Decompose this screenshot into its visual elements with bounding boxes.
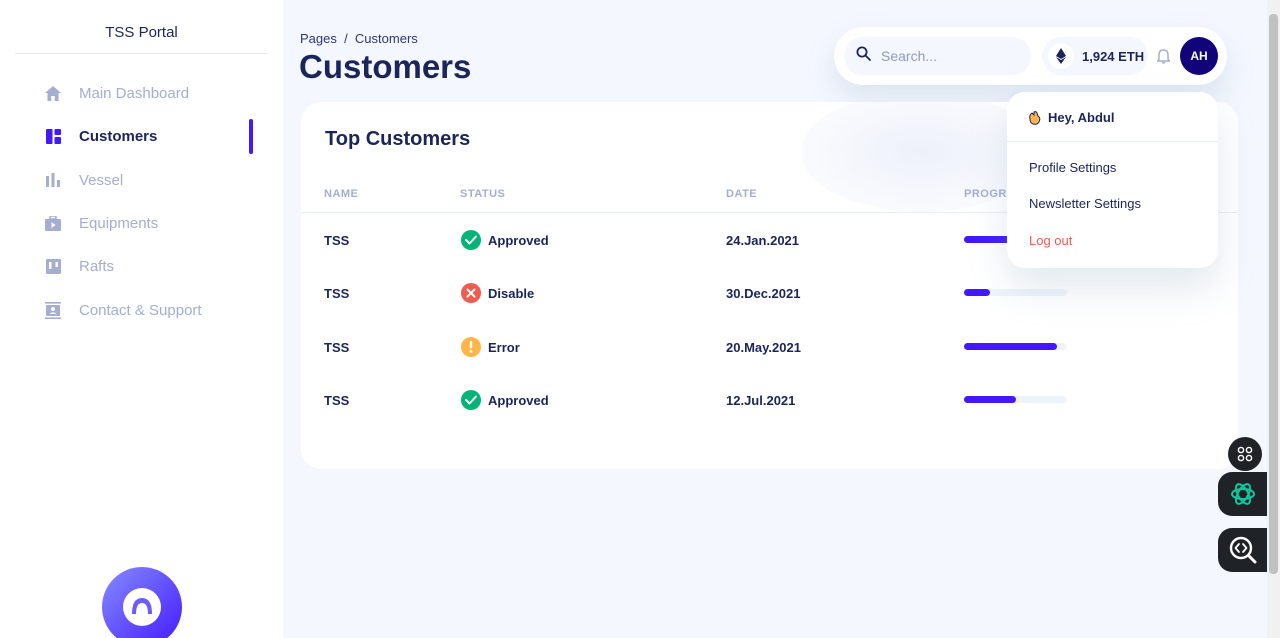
cell-date: 12.Jul.2021 bbox=[726, 392, 796, 408]
apps-button[interactable] bbox=[1228, 437, 1262, 471]
search-box[interactable] bbox=[844, 37, 1031, 75]
table-row[interactable]: TSS Disable 30.Dec.2021 bbox=[301, 266, 1238, 320]
eth-balance-value: 1,924 ETH bbox=[1082, 48, 1145, 64]
cell-date: 24.Jan.2021 bbox=[726, 232, 800, 248]
column-header-status[interactable]: STATUS bbox=[460, 188, 505, 200]
waving-hand-icon bbox=[1027, 110, 1042, 125]
scrollbar-thumb[interactable] bbox=[1269, 14, 1278, 574]
sidebar-item-label: Customers bbox=[79, 128, 158, 146]
table-row[interactable]: TSS Approved 12.Jul.2021 bbox=[301, 373, 1238, 427]
eth-balance[interactable]: 1,924 ETH bbox=[1042, 37, 1148, 75]
openai-icon bbox=[1228, 479, 1258, 509]
sidebar-item-label: Contact & Support bbox=[79, 301, 202, 319]
status-label: Approved bbox=[488, 232, 549, 248]
status-label: Approved bbox=[488, 392, 549, 408]
sidebar-item-label: Vessel bbox=[79, 171, 124, 189]
status-label: Error bbox=[488, 339, 520, 355]
sidebar-nav: Main Dashboard Customers Vessel Equipmen… bbox=[0, 72, 283, 332]
dropdown-greeting: Hey, Abdul bbox=[1027, 110, 1114, 125]
home-icon bbox=[44, 85, 62, 103]
dropdown-divider bbox=[1007, 141, 1218, 142]
sidebar-item-label: Equipments bbox=[79, 215, 159, 233]
ethereum-icon bbox=[1048, 43, 1074, 69]
cell-name: TSS bbox=[324, 339, 350, 355]
column-header-date[interactable]: DATE bbox=[726, 188, 757, 200]
sidebar-item-rafts[interactable]: Rafts bbox=[0, 245, 283, 288]
avatar[interactable]: AH bbox=[1180, 37, 1218, 75]
sidebar-item-label: Main Dashboard bbox=[79, 85, 190, 103]
x-circle-icon bbox=[461, 283, 481, 303]
progress-bar bbox=[964, 289, 1067, 296]
progress-fill bbox=[964, 396, 1016, 403]
progress-bar bbox=[964, 343, 1067, 350]
cell-name: TSS bbox=[324, 392, 350, 408]
profile-settings-link[interactable]: Profile Settings bbox=[1029, 160, 1116, 175]
active-indicator bbox=[249, 119, 253, 155]
cell-date: 20.May.2021 bbox=[726, 339, 801, 355]
ai-assistant-button[interactable] bbox=[1218, 472, 1267, 516]
sidebar-item-equipments[interactable]: Equipments bbox=[0, 202, 283, 245]
cell-status: Error bbox=[461, 320, 520, 374]
cell-status: Disable bbox=[461, 266, 534, 320]
search-input[interactable] bbox=[881, 48, 1011, 64]
warning-circle-icon bbox=[461, 337, 481, 357]
greeting-text: Hey, Abdul bbox=[1048, 110, 1115, 125]
column-header-name[interactable]: NAME bbox=[324, 188, 358, 200]
breadcrumb[interactable]: Pages / Customers bbox=[300, 31, 418, 46]
cell-status: Approved bbox=[461, 373, 549, 427]
brand-title: TSS Portal bbox=[15, 24, 268, 54]
top-toolbar: 1,924 ETH AH bbox=[834, 27, 1227, 85]
contact-card-icon bbox=[44, 301, 62, 319]
sidebar-item-contact-support[interactable]: Contact & Support bbox=[0, 288, 283, 331]
bar-chart-icon bbox=[44, 171, 62, 189]
card-title: Top Customers bbox=[325, 128, 471, 150]
sidebar-item-vessel[interactable]: Vessel bbox=[0, 159, 283, 202]
briefcase-play-icon bbox=[44, 215, 62, 233]
page-title: Customers bbox=[299, 48, 472, 85]
cell-name: TSS bbox=[324, 232, 350, 248]
page-scrollbar[interactable] bbox=[1267, 0, 1280, 638]
sidebar-item-label: Rafts bbox=[79, 258, 115, 276]
newsletter-settings-link[interactable]: Newsletter Settings bbox=[1029, 196, 1141, 211]
kanban-icon bbox=[44, 258, 62, 276]
status-label: Disable bbox=[488, 285, 535, 301]
logo-mark-icon bbox=[123, 588, 161, 626]
cell-name: TSS bbox=[324, 285, 350, 301]
search-icon bbox=[856, 46, 871, 66]
dashboard-grid-icon bbox=[44, 128, 62, 146]
progress-fill bbox=[964, 343, 1057, 350]
code-magnifier-icon bbox=[1228, 535, 1258, 565]
cell-status: Approved bbox=[461, 213, 549, 267]
brand-logo[interactable] bbox=[102, 567, 182, 638]
profile-dropdown: Hey, Abdul Profile Settings Newsletter S… bbox=[1007, 92, 1218, 268]
progress-bar bbox=[964, 396, 1067, 403]
table-row[interactable]: TSS Error 20.May.2021 bbox=[301, 320, 1238, 374]
sidebar: TSS Portal Main Dashboard Customers Vess… bbox=[0, 0, 283, 638]
progress-fill bbox=[964, 289, 990, 296]
code-search-button[interactable] bbox=[1218, 528, 1267, 572]
sidebar-item-customers[interactable]: Customers bbox=[0, 115, 283, 158]
sidebar-item-main-dashboard[interactable]: Main Dashboard bbox=[0, 72, 283, 115]
grid-icon bbox=[1237, 446, 1253, 462]
cell-date: 30.Dec.2021 bbox=[726, 285, 801, 301]
check-circle-icon bbox=[461, 390, 481, 410]
check-circle-icon bbox=[461, 230, 481, 250]
logout-link[interactable]: Log out bbox=[1029, 233, 1072, 248]
bell-icon[interactable] bbox=[1154, 46, 1172, 66]
